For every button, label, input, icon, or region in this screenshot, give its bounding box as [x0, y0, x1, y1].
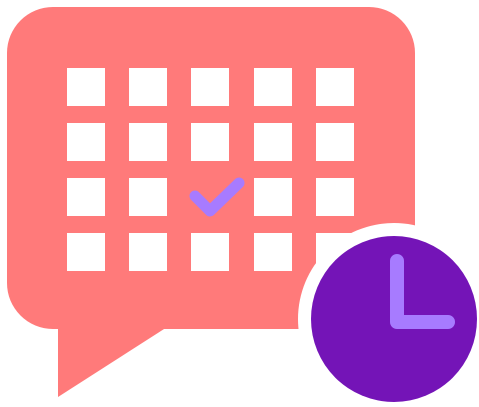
calendar-day-cell	[191, 123, 229, 161]
calendar-day-cell	[316, 123, 354, 161]
calendar-day-cell	[254, 123, 292, 161]
calendar-day-cell	[129, 123, 167, 161]
calendar-day-cell	[316, 68, 354, 106]
calendar-day-cell	[67, 123, 105, 161]
calendar-schedule-icon	[0, 0, 479, 407]
calendar-day-cell	[129, 233, 167, 271]
calendar-day-cell	[254, 68, 292, 106]
calendar-day-cell	[191, 233, 229, 271]
calendar-day-cell	[254, 178, 292, 216]
calendar-day-cell	[316, 178, 354, 216]
calendar-day-cell	[254, 233, 292, 271]
calendar-day-cell	[67, 233, 105, 271]
calendar-schedule-graphic	[7, 7, 479, 407]
calendar-day-cell	[129, 68, 167, 106]
calendar-day-cell	[191, 68, 229, 106]
calendar-day-cell	[67, 178, 105, 216]
calendar-day-cell	[67, 68, 105, 106]
calendar-day-cell	[129, 178, 167, 216]
